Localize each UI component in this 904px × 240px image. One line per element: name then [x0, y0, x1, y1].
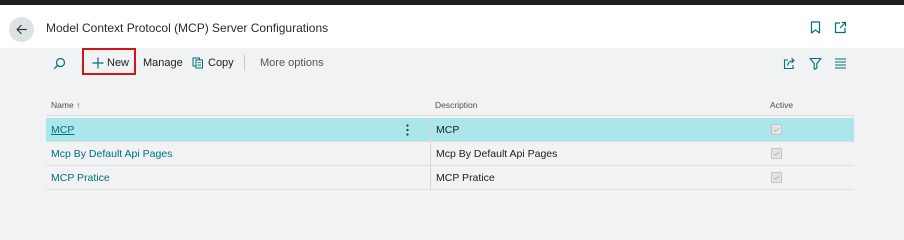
bookmark-button[interactable]	[807, 19, 823, 35]
checkmark-icon	[773, 151, 780, 157]
plus-icon	[92, 57, 104, 69]
list-view-button[interactable]	[832, 52, 848, 74]
page-title: Model Context Protocol (MCP) Server Conf…	[46, 21, 329, 35]
more-vertical-icon	[405, 123, 409, 136]
active-checkbox[interactable]	[771, 148, 782, 159]
copy-icon	[192, 57, 203, 69]
row-description: MCP Pratice	[436, 171, 495, 184]
column-divider	[430, 118, 431, 141]
column-header-active[interactable]: Active	[770, 100, 793, 110]
table-row[interactable]: Mcp By Default Api Pages Mcp By Default …	[46, 142, 854, 165]
sort-ascending-icon: ↑	[76, 100, 81, 110]
column-header-description[interactable]: Description	[435, 100, 478, 110]
new-button[interactable]: New	[92, 52, 129, 74]
active-checkbox[interactable]	[771, 124, 782, 135]
column-header-name[interactable]: Name ↑	[51, 100, 80, 110]
checkmark-icon	[773, 175, 780, 181]
table-row[interactable]: MCP Pratice MCP Pratice	[46, 166, 854, 189]
manage-menu-button[interactable]: Manage	[143, 52, 183, 74]
share-icon	[783, 57, 795, 69]
page-header: Model Context Protocol (MCP) Server Conf…	[0, 5, 904, 48]
search-icon	[53, 57, 65, 69]
checkmark-icon	[773, 127, 780, 133]
filter-button[interactable]	[807, 52, 823, 74]
row-divider	[46, 189, 854, 190]
column-header-name-label: Name	[51, 100, 74, 110]
action-separator	[244, 55, 245, 71]
header-divider	[46, 115, 854, 116]
new-button-label: New	[107, 57, 130, 69]
column-divider	[430, 142, 431, 165]
row-name-link[interactable]: MCP Pratice	[51, 166, 110, 189]
table-row[interactable]: MCP MCP	[46, 118, 854, 141]
active-checkbox[interactable]	[771, 172, 782, 183]
arrow-left-icon	[16, 24, 27, 35]
column-divider	[430, 166, 431, 189]
row-name-link[interactable]: Mcp By Default Api Pages	[51, 142, 172, 165]
filter-icon	[808, 57, 822, 70]
search-button[interactable]	[51, 52, 67, 74]
copy-button[interactable]: Copy	[192, 52, 234, 74]
more-options-label: More options	[260, 57, 324, 69]
share-button[interactable]	[781, 52, 797, 74]
row-description: Mcp By Default Api Pages	[436, 147, 558, 160]
back-button[interactable]	[9, 17, 34, 42]
row-name-link[interactable]: MCP	[51, 118, 74, 141]
bookmark-icon	[810, 20, 820, 34]
open-in-new-window-icon	[834, 21, 846, 33]
row-description: MCP	[436, 123, 460, 136]
manage-label: Manage	[143, 57, 183, 69]
list-view-icon	[834, 58, 846, 69]
action-bar: New Manage Copy More options	[0, 48, 904, 78]
copy-label: Copy	[208, 57, 234, 69]
row-actions-button[interactable]	[402, 118, 412, 141]
open-new-window-button[interactable]	[832, 19, 848, 35]
more-options-button[interactable]: More options	[260, 52, 324, 74]
